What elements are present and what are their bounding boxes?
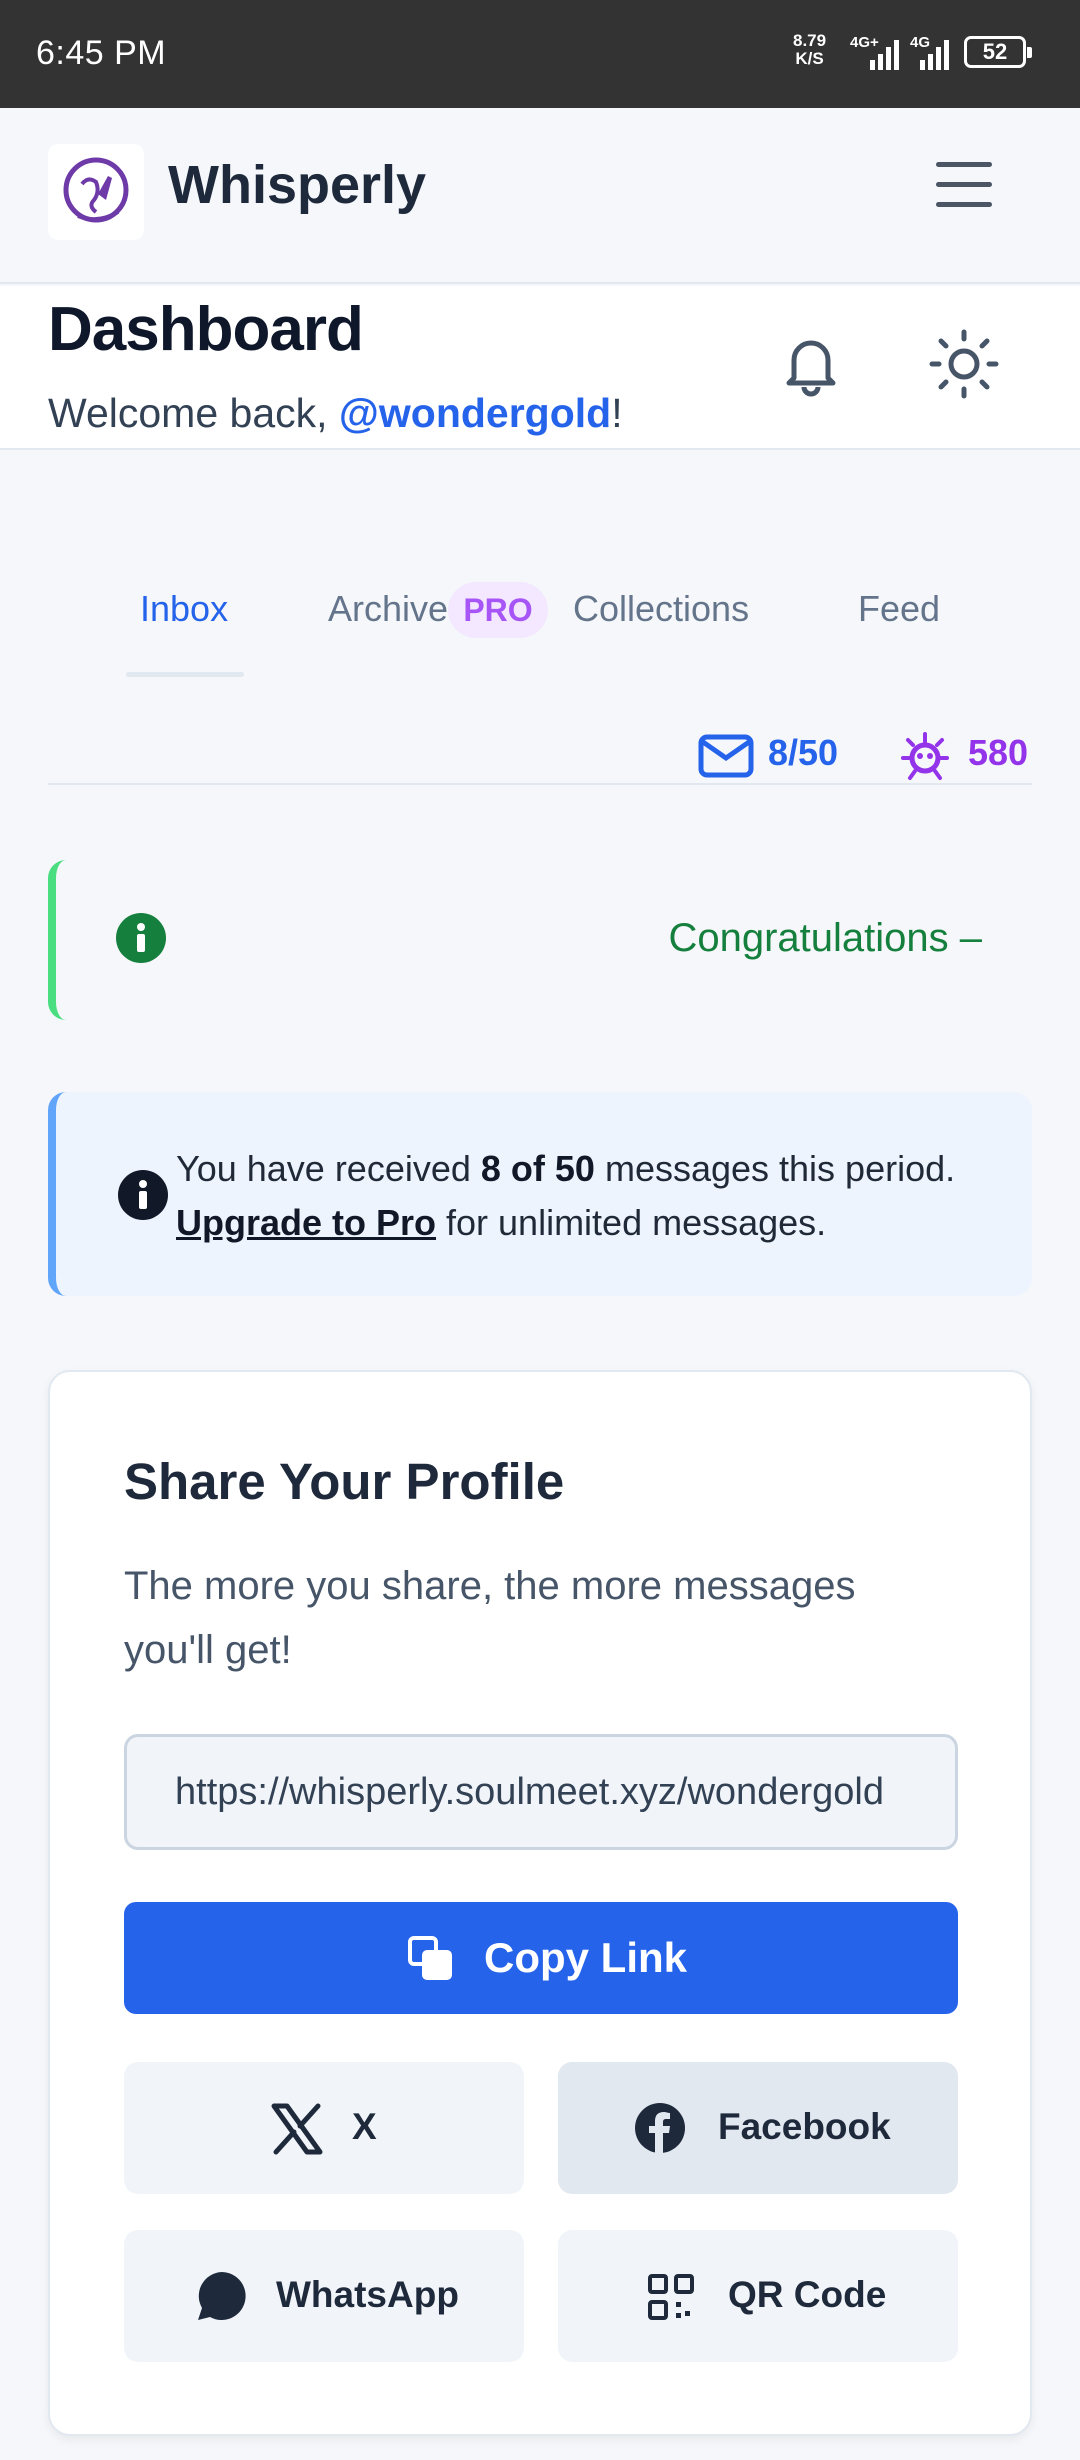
whisper-logo-icon (63, 157, 129, 223)
info-icon (116, 913, 166, 963)
congrats-alert: Congratulations – (48, 860, 1032, 1020)
app-header: Whisperly (0, 108, 1080, 284)
username-link[interactable]: @wondergold (339, 390, 611, 436)
signal-icon (870, 40, 899, 70)
page-title: Dashboard (48, 295, 364, 364)
sun-icon[interactable] (926, 326, 1002, 402)
bug-points-icon (901, 732, 949, 780)
tab-inbox[interactable]: Inbox (140, 588, 228, 630)
share-facebook-button[interactable]: Facebook (558, 2062, 958, 2194)
profile-url-input[interactable] (124, 1734, 958, 1850)
share-profile-card: Share Your Profile The more you share, t… (48, 1370, 1032, 2436)
upgrade-pro-link[interactable]: Upgrade to Pro (176, 1202, 436, 1243)
status-bar: 6:45 PM 8.79 K/S 4G+ 4G 52 (0, 0, 1080, 108)
qr-code-icon (648, 2274, 694, 2320)
share-whatsapp-button[interactable]: WhatsApp (124, 2230, 524, 2362)
share-qr-code-button[interactable]: QR Code (558, 2230, 958, 2362)
app-name: Whisperly (168, 155, 427, 215)
congrats-text: Congratulations – (668, 916, 982, 960)
share-title: Share Your Profile (124, 1453, 565, 1510)
dashboard-header: Dashboard Welcome back, @wondergold! (0, 286, 1080, 450)
points-count: 580 (968, 732, 1029, 773)
tab-collections[interactable]: Collections (573, 588, 749, 630)
message-count: 8/50 (768, 732, 839, 773)
chat-bubble-icon (198, 2272, 246, 2320)
copy-link-button[interactable]: Copy Link (124, 1902, 958, 2014)
tab-archive[interactable]: Archive (328, 588, 448, 630)
network-rate: 8.79 K/S (793, 31, 827, 68)
message-limit-alert: You have received 8 of 50 messages this … (48, 1092, 1032, 1296)
share-x-button[interactable]: X (124, 2062, 524, 2194)
tab-feed[interactable]: Feed (858, 588, 940, 630)
message-limit-text: You have received 8 of 50 messages this … (176, 1148, 956, 1243)
welcome-text: Welcome back, @wondergold! (48, 390, 623, 436)
hamburger-menu-button[interactable] (936, 162, 996, 210)
active-tab-indicator (126, 672, 244, 677)
stats-divider (48, 783, 1032, 785)
app-logo[interactable] (48, 144, 144, 240)
facebook-icon (635, 2103, 685, 2153)
envelope-icon (698, 734, 754, 778)
signal-icon-2 (920, 40, 949, 70)
copy-icon (408, 1936, 452, 1980)
pro-badge: PRO (448, 582, 548, 638)
status-time: 6:45 PM (36, 34, 167, 72)
share-subtitle: The more you share, the more messages yo… (124, 1564, 856, 1672)
info-icon (118, 1170, 168, 1220)
x-logo-icon (271, 2103, 323, 2155)
bell-icon[interactable] (776, 328, 846, 398)
battery-indicator: 52 (964, 36, 1032, 68)
